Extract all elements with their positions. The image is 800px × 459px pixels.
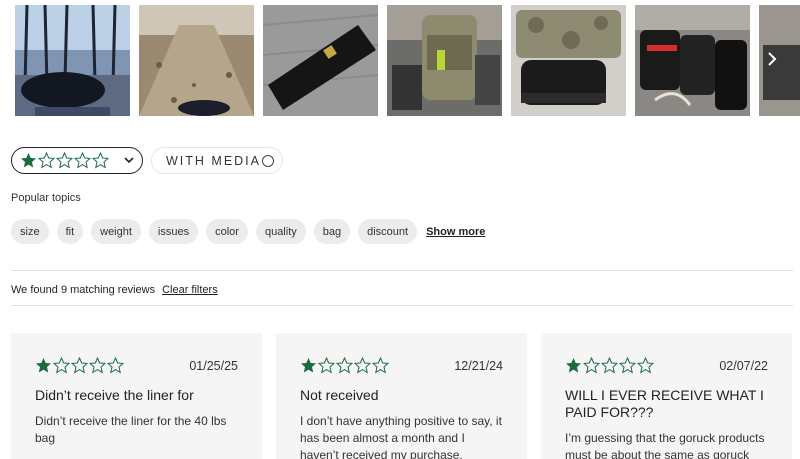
photo-5[interactable] (511, 5, 626, 116)
review-photo-gallery (15, 5, 800, 117)
review-rating (565, 357, 654, 374)
star-empty-icon (38, 152, 55, 169)
review-date: 02/07/22 (719, 358, 768, 373)
chevron-down-icon (124, 155, 134, 167)
review-date: 12/21/24 (454, 358, 503, 373)
photo-4[interactable] (387, 5, 502, 116)
results-summary-row: We found 9 matching reviews Clear filter… (11, 284, 218, 296)
topic-chip-weight[interactable]: weight (91, 219, 141, 244)
photo-1[interactable] (15, 5, 130, 116)
review-date: 01/25/25 (189, 358, 238, 373)
star-empty-icon (637, 357, 654, 374)
review-body: I don’t have anything positive to say, i… (300, 414, 502, 459)
topic-chip-quality[interactable]: quality (255, 219, 306, 244)
divider (11, 270, 793, 271)
review-body: Didn’t receive the liner for the 40 lbs … (35, 414, 227, 445)
star-empty-icon (53, 357, 70, 374)
topic-chip-issues[interactable]: issues (148, 219, 199, 244)
show-more-topics-link[interactable]: Show more (426, 226, 485, 238)
star-empty-icon (56, 152, 73, 169)
star-empty-icon (336, 357, 353, 374)
chevron-right-icon[interactable] (757, 44, 787, 74)
review-card: 01/25/25 Didn’t receive the liner for Didn… (11, 333, 262, 459)
star-filled-icon (35, 357, 52, 374)
star-empty-icon (354, 357, 371, 374)
topic-chip-fit[interactable]: fit (56, 219, 84, 244)
topic-chip-size[interactable]: size (11, 219, 49, 244)
popular-topics-label: Popular topics (11, 192, 81, 204)
review-body: I’m guessing that the goruck products mu… (565, 431, 765, 459)
with-media-label: WITH MEDIA (166, 153, 261, 168)
star-empty-icon (619, 357, 636, 374)
star-empty-icon (372, 357, 389, 374)
star-filled-icon (20, 152, 37, 169)
star-empty-icon (89, 357, 106, 374)
topic-chips: size fit weight issues color quality bag discou… (11, 219, 485, 244)
review-title: Not received (300, 387, 379, 403)
star-filled-icon (300, 357, 317, 374)
divider (11, 305, 793, 306)
topic-chip-bag[interactable]: bag (313, 219, 351, 244)
star-empty-icon (318, 357, 335, 374)
star-empty-icon (107, 357, 124, 374)
topic-chip-color[interactable]: color (206, 219, 248, 244)
review-header: 12/21/24 (300, 357, 503, 374)
review-title: Didn’t receive the liner for (35, 387, 194, 403)
review-header: 02/07/22 (565, 357, 768, 374)
review-card: 12/21/24 Not received I don’t have anythin… (276, 333, 527, 459)
rating-stars (20, 152, 109, 169)
results-summary: We found 9 matching reviews (11, 284, 156, 296)
star-empty-icon (601, 357, 618, 374)
photo-3[interactable] (263, 5, 378, 116)
radio-icon[interactable] (262, 154, 274, 167)
star-empty-icon (74, 152, 91, 169)
review-title: WILL I EVER RECEIVE WHAT I PAID FOR??? (565, 387, 764, 420)
review-card: 02/07/22 WILL I EVER RECEIVE WHAT I PAID … (541, 333, 792, 459)
review-rating (300, 357, 389, 374)
with-media-filter[interactable]: WITH MEDIA (151, 147, 283, 174)
star-empty-icon (92, 152, 109, 169)
star-empty-icon (583, 357, 600, 374)
clear-filters-link[interactable]: Clear filters (162, 284, 218, 296)
review-header: 01/25/25 (35, 357, 238, 374)
photo-2[interactable] (139, 5, 254, 116)
photo-6[interactable] (635, 5, 750, 116)
rating-filter-dropdown[interactable] (11, 147, 143, 174)
topic-chip-discount[interactable]: discount (358, 219, 418, 244)
star-filled-icon (565, 357, 582, 374)
review-rating (35, 357, 124, 374)
star-empty-icon (71, 357, 88, 374)
